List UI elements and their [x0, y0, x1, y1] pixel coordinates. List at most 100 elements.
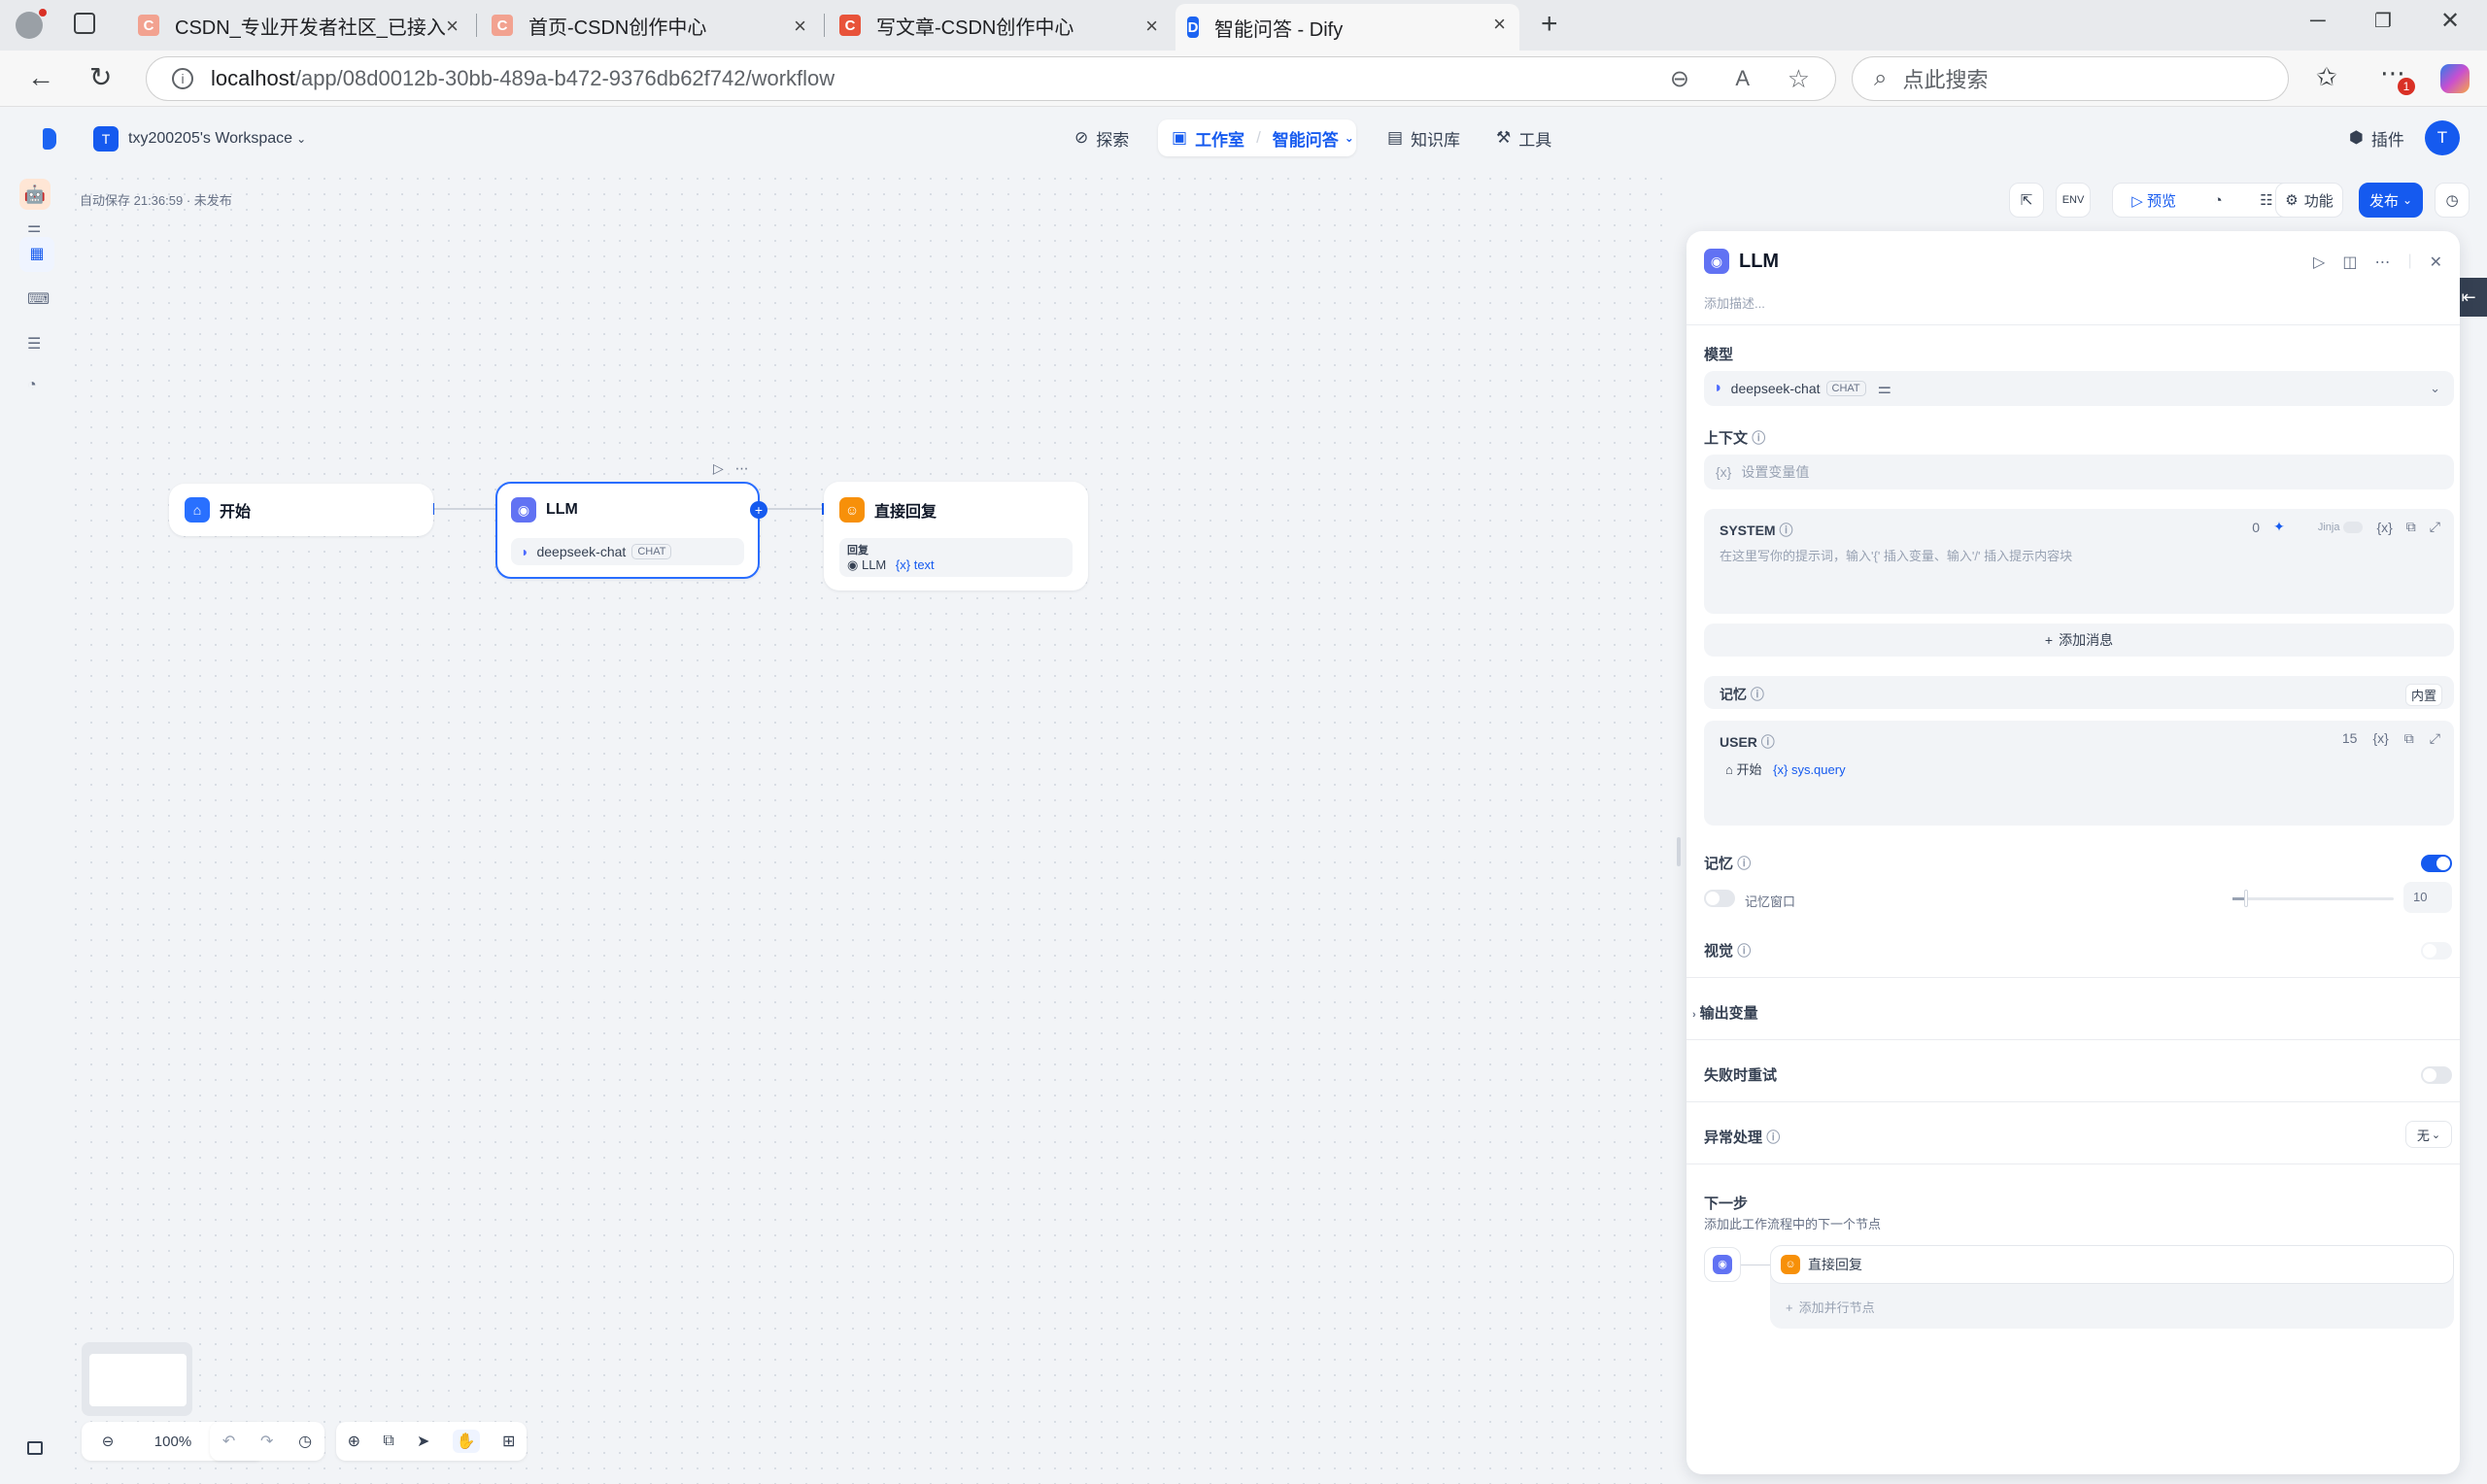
add-parallel-node-button[interactable]: + 添加并行节点 — [1786, 1298, 1875, 1316]
add-note-icon[interactable]: ⧉ — [383, 1433, 393, 1450]
prompt-generator-icon[interactable]: ✦ — [2273, 519, 2285, 535]
app-name-selector[interactable]: 智能问答 — [1273, 126, 1339, 151]
dify-logo-icon[interactable] — [43, 128, 56, 150]
help-icon[interactable]: ⓘ — [1761, 734, 1775, 750]
tab-dify[interactable]: D 智能问答 - Dify × — [1175, 4, 1519, 51]
help-icon[interactable]: ⓘ — [1752, 430, 1765, 446]
favorites-icon[interactable]: ✩ — [2316, 64, 2337, 89]
output-vars-toggle[interactable]: › 输出变量 — [1692, 1002, 1758, 1023]
memory-window-toggle[interactable] — [1704, 890, 1735, 907]
copy-icon[interactable]: ⧉ — [2406, 519, 2416, 535]
close-tab-icon[interactable]: × — [1145, 14, 1158, 39]
close-icon[interactable]: ✕ — [2430, 253, 2442, 272]
zoom-out-icon[interactable]: ⊖ — [1670, 65, 1689, 93]
copy-icon[interactable]: ⧉ — [2404, 730, 2414, 747]
nav-knowledge[interactable]: ▤ 知识库 — [1387, 120, 1460, 155]
workspace-selector[interactable]: T txy200205's Workspace ⌄ — [93, 126, 306, 152]
help-icon[interactable]: ⓘ — [1737, 943, 1751, 959]
more-icon[interactable]: ⋯ — [735, 460, 749, 476]
memory-builtin-badge[interactable]: 内置 — [2404, 684, 2442, 706]
system-prompt-editor[interactable]: 在这里写你的提示词，输入'{' 插入变量、输入'/' 插入提示内容块 — [1720, 546, 2072, 564]
sidebar-item-api[interactable]: ⌨ — [27, 289, 50, 309]
help-doc-icon[interactable]: ◫ — [2342, 253, 2357, 272]
more-icon[interactable]: ⋯ — [2374, 253, 2390, 272]
model-params-icon[interactable]: ⚌ — [1878, 379, 1891, 398]
site-info-icon[interactable]: i — [172, 68, 193, 89]
checklist-icon[interactable]: ◔ — [2214, 192, 2223, 209]
zoom-out-icon[interactable]: ⊖ — [102, 1433, 115, 1450]
retry-toggle[interactable] — [2421, 1066, 2452, 1084]
back-icon[interactable]: ← — [27, 64, 54, 91]
user-prompt-editor[interactable]: ⌂ 开始 {x} sys.query — [1725, 759, 1846, 778]
nav-tools[interactable]: ⚒ 工具 — [1496, 120, 1551, 155]
context-variable-selector[interactable]: {x} 设置变量值 — [1704, 455, 2454, 489]
env-variables-button[interactable]: ENV — [2056, 183, 2091, 218]
memory-window-value[interactable]: 10 — [2403, 882, 2452, 913]
hand-icon[interactable]: ✋ — [452, 1430, 480, 1453]
nav-studio[interactable]: ▣ 工作室 / 智能问答 ⌄ — [1158, 119, 1356, 156]
tab-actions-icon[interactable] — [74, 13, 95, 34]
node-start[interactable]: ⌂ 开始 — [169, 484, 433, 536]
panel-resize-handle[interactable] — [1677, 837, 1681, 866]
publish-button[interactable]: 发布 ⌄ — [2359, 183, 2423, 218]
tab-csdn-write[interactable]: C 写文章-CSDN创作中心 × — [828, 6, 1172, 45]
search-field[interactable]: ⌕ 点此搜索 — [1852, 56, 2289, 101]
node-answer[interactable]: ☺ 直接回复 回复 ◉ LLM {x} text — [824, 482, 1088, 590]
system-prompt-block[interactable]: SYSTEM ⓘ 0 ✦ Jinja {x} ⧉ ⤢ 在这里写你的提示词，输入'… — [1704, 509, 2454, 614]
undo-icon[interactable]: ↶ — [222, 1432, 235, 1451]
user-prompt-block[interactable]: USER ⓘ 15 {x} ⧉ ⤢ ⌂ 开始 {x} sys.query — [1704, 721, 2454, 826]
slider-handle[interactable] — [2244, 890, 2248, 907]
minimize-icon[interactable]: ─ — [2310, 10, 2326, 31]
user-avatar[interactable]: T — [2425, 120, 2460, 155]
collapse-sidebar-icon[interactable] — [27, 1441, 43, 1455]
expand-icon[interactable]: ⤢ — [2430, 730, 2440, 747]
profile-icon[interactable] — [16, 12, 43, 39]
sidebar-item-monitor[interactable]: ◔ — [27, 377, 37, 394]
organize-icon[interactable]: ⊞ — [502, 1432, 515, 1451]
version-history-button[interactable]: ◷ — [2435, 183, 2470, 218]
help-icon[interactable]: ⓘ — [1766, 1130, 1780, 1145]
help-icon[interactable]: ⓘ — [1737, 856, 1751, 871]
expand-icon[interactable]: ⤢ — [2430, 519, 2440, 535]
read-aloud-icon[interactable]: A — [1735, 66, 1750, 91]
run-node-icon[interactable]: ▷ — [2313, 253, 2325, 272]
sidebar-item-logs[interactable]: ☰ — [27, 334, 41, 354]
panel-title[interactable]: LLM — [1739, 251, 1779, 273]
run-node-icon[interactable]: ▷ — [713, 460, 724, 476]
vision-toggle[interactable] — [2421, 942, 2452, 960]
insert-variable-icon[interactable]: {x} — [2376, 520, 2392, 535]
minimap[interactable] — [82, 1342, 192, 1416]
close-tab-icon[interactable]: × — [1493, 12, 1506, 37]
url-field[interactable]: i localhost /app/08d0012b-30bb-489a-b472… — [146, 56, 1836, 101]
next-node-item[interactable]: ☺ 直接回复 — [1770, 1245, 2454, 1284]
close-window-icon[interactable]: ✕ — [2440, 10, 2460, 33]
pointer-icon[interactable]: ➤ — [417, 1432, 429, 1451]
memory-toggle[interactable] — [2421, 855, 2452, 872]
nav-explore[interactable]: ⊘ 探索 — [1074, 120, 1129, 155]
jinja-toggle[interactable] — [2343, 521, 2364, 533]
features-button[interactable]: ⚙ 功能 — [2275, 183, 2343, 218]
help-icon[interactable]: ⓘ — [1751, 687, 1764, 702]
help-icon[interactable]: ⓘ — [1779, 523, 1792, 538]
copilot-icon[interactable] — [2440, 64, 2470, 93]
zoom-level[interactable]: 100% — [154, 1433, 191, 1450]
checklist-list-icon[interactable]: ☷ — [2260, 191, 2272, 209]
model-selector[interactable]: ◗ deepseek-chat CHAT ⚌ ⌄ — [1704, 371, 2454, 406]
close-tab-icon[interactable]: × — [446, 14, 459, 39]
add-next-node-icon[interactable]: + — [750, 501, 767, 519]
workflow-canvas[interactable]: 自动保存 21:36:59 · 未发布 ⌂ 开始 ▷ ⋯ ◉ LLM ◗ deeps… — [68, 171, 1671, 1484]
redo-icon[interactable]: ↷ — [260, 1432, 273, 1451]
sidebar-item-orchestrate[interactable]: ▦ — [19, 237, 54, 272]
plugins-button[interactable]: ⬢ 插件 — [2349, 120, 2404, 155]
restore-icon[interactable]: ❐ — [2374, 12, 2392, 31]
add-message-button[interactable]: + 添加消息 — [1704, 624, 2454, 657]
history-icon[interactable]: ◷ — [298, 1432, 312, 1451]
description-input[interactable]: 添加描述... — [1704, 293, 1765, 312]
env-button[interactable]: ⇱ — [2009, 183, 2044, 218]
reload-icon[interactable]: ↻ — [89, 64, 112, 91]
close-tab-icon[interactable]: × — [794, 14, 806, 39]
tab-csdn-home[interactable]: C 首页-CSDN创作中心 × — [480, 6, 820, 45]
memory-window-slider[interactable] — [2232, 890, 2394, 907]
insert-variable-icon[interactable]: {x} — [2372, 730, 2388, 747]
preview-button[interactable]: ▷ 预览 — [2131, 190, 2176, 211]
